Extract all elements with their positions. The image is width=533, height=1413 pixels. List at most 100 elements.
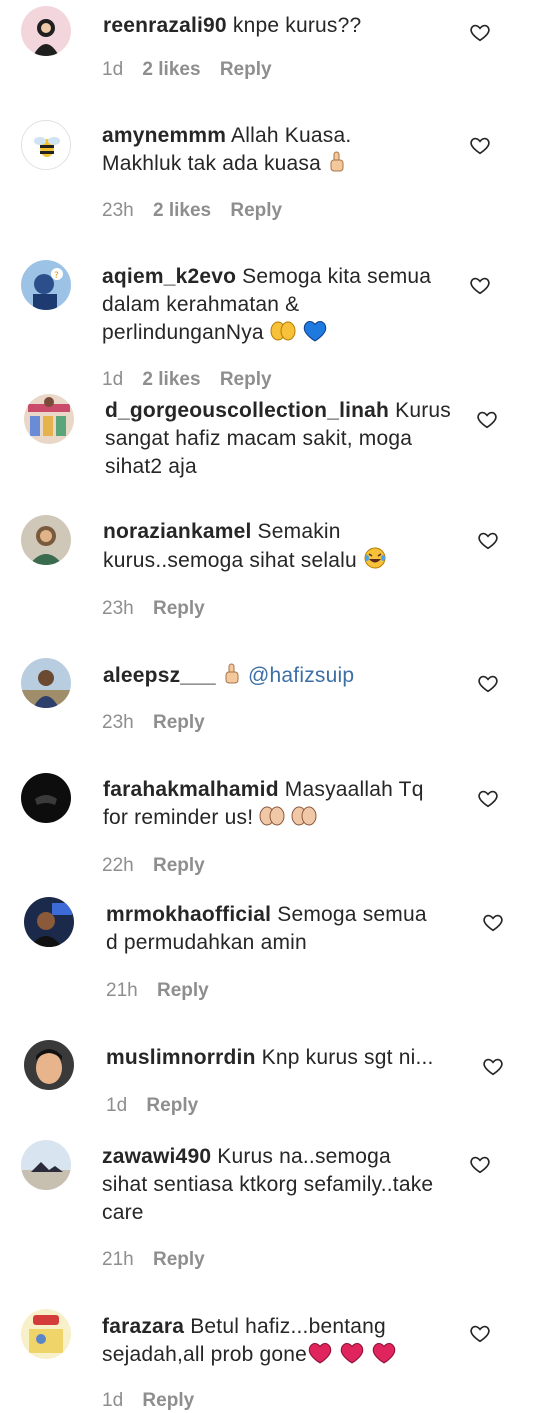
svg-text:?: ? <box>54 271 59 281</box>
comment-body: Semakin <box>257 520 341 543</box>
red-heart-emoji-icon <box>307 1342 333 1372</box>
comment-body: d permudahkan amin <box>106 931 307 954</box>
comment-meta: 1d Reply <box>106 1094 198 1118</box>
tears-of-joy-emoji-icon <box>363 546 387 578</box>
comment-username[interactable]: mrmokhaofficial <box>106 903 271 926</box>
reply-button[interactable]: Reply <box>220 369 272 390</box>
comment-text: farahakmalhamid Masyaallah Tq for remind… <box>103 776 424 835</box>
comment-username[interactable]: muslimnorrdin <box>106 1046 256 1069</box>
comment-text: amynemmm Allah Kuasa. Makhluk tak ada ku… <box>102 122 351 181</box>
comment-text: reenrazali90 knpe kurus?? <box>103 12 361 40</box>
reply-button[interactable]: Reply <box>146 1095 198 1116</box>
comment-username[interactable]: reenrazali90 <box>103 14 227 37</box>
avatar[interactable] <box>21 6 71 56</box>
like-heart-icon[interactable] <box>482 911 504 933</box>
like-heart-icon[interactable] <box>477 787 499 809</box>
comment-time: 23h <box>102 712 134 733</box>
comment-meta: 23h Reply <box>102 711 205 735</box>
reply-button[interactable]: Reply <box>157 980 209 1001</box>
comment-meta: 1d 2 likes Reply <box>102 58 272 82</box>
comment-time: 23h <box>102 200 134 221</box>
outdoor-avatar-icon <box>21 658 71 708</box>
comment-time: 1d <box>102 369 124 390</box>
avatar[interactable] <box>21 1140 71 1190</box>
comment-meta: 23h 2 likes Reply <box>102 199 282 223</box>
comment-text: zawawi490 Kurus na..semoga sihat sentias… <box>102 1143 433 1227</box>
comment-time: 23h <box>102 598 134 619</box>
person-avatar-icon <box>21 515 71 565</box>
like-heart-icon[interactable] <box>477 529 499 551</box>
avatar[interactable] <box>24 897 74 947</box>
comment-meta: 1d Reply <box>102 1389 194 1413</box>
comment-text: aleepsz___ @hafizsuip <box>103 662 354 693</box>
comment-username[interactable]: aleepsz___ <box>103 664 216 687</box>
point-up-emoji-icon <box>222 663 242 693</box>
sky-avatar-icon <box>21 1140 71 1190</box>
comment-text: farazara Betul hafiz...bentang sejadah,a… <box>102 1313 397 1372</box>
comment-time: 21h <box>102 1249 134 1270</box>
likes-count[interactable]: 2 likes <box>142 369 200 390</box>
comment-username[interactable]: aqiem_k2evo <box>102 265 236 288</box>
like-heart-icon[interactable] <box>469 134 491 156</box>
reply-button[interactable]: Reply <box>142 1390 194 1411</box>
comment-body: Semoga kita semua <box>242 265 432 288</box>
likes-count[interactable]: 2 likes <box>142 59 200 80</box>
reply-button[interactable]: Reply <box>153 712 205 733</box>
like-heart-icon[interactable] <box>469 274 491 296</box>
avatar[interactable] <box>21 515 71 565</box>
avatar[interactable] <box>24 394 74 444</box>
hijab-avatar-icon <box>21 6 71 56</box>
comment-body: sangat hafiz macam sakit, moga <box>105 427 413 450</box>
blue-avatar-icon: ? <box>21 260 71 310</box>
bee-avatar-icon <box>22 121 70 169</box>
black-avatar-icon <box>21 773 71 823</box>
comment-username[interactable]: zawawi490 <box>102 1145 211 1168</box>
like-heart-icon[interactable] <box>482 1055 504 1077</box>
red-heart-emoji-icon <box>339 1342 365 1372</box>
avatar[interactable] <box>21 120 71 170</box>
reply-button[interactable]: Reply <box>153 1249 205 1270</box>
comment-username[interactable]: noraziankamel <box>103 520 252 543</box>
likes-count[interactable]: 2 likes <box>153 200 211 221</box>
comment-text: aqiem_k2evo Semoga kita semua dalam kera… <box>102 263 431 350</box>
comment-body: knpe kurus?? <box>232 14 362 37</box>
like-heart-icon[interactable] <box>477 672 499 694</box>
comment-time: 1d <box>102 1390 124 1411</box>
comment-username[interactable]: d_gorgeouscollection_linah <box>105 399 389 422</box>
like-heart-icon[interactable] <box>476 408 498 430</box>
avatar[interactable]: ? <box>21 260 71 310</box>
comment-username[interactable]: farahakmalhamid <box>103 778 279 801</box>
palms-up-emoji-icon <box>291 805 317 835</box>
reply-button[interactable]: Reply <box>230 200 282 221</box>
comment-body: Knp kurus sgt ni... <box>261 1046 434 1069</box>
stage-avatar-icon <box>24 897 74 947</box>
comment-body: Kurus na..semoga <box>217 1145 391 1168</box>
comment-body: sejadah,all prob gone <box>102 1343 308 1366</box>
comment-time: 21h <box>106 980 138 1001</box>
like-heart-icon[interactable] <box>469 1322 491 1344</box>
like-heart-icon[interactable] <box>469 1153 491 1175</box>
avatar[interactable] <box>24 1040 74 1090</box>
avatar[interactable] <box>21 1309 71 1359</box>
comment-body: care <box>102 1201 144 1224</box>
reply-button[interactable]: Reply <box>153 855 205 876</box>
comment-username[interactable]: amynemmm <box>102 124 226 147</box>
comment-meta: 22h Reply <box>102 854 205 878</box>
raised-hands-emoji-icon <box>270 320 296 350</box>
user-mention-link[interactable]: @hafizsuip <box>248 664 354 687</box>
like-heart-icon[interactable] <box>469 21 491 43</box>
blue-heart-emoji-icon <box>302 320 328 350</box>
comment-text: muslimnorrdin Knp kurus sgt ni... <box>106 1044 434 1072</box>
comment-text: d_gorgeouscollection_linah Kurus sangat … <box>105 397 451 481</box>
avatar[interactable] <box>21 658 71 708</box>
comment-meta: 21h Reply <box>102 1248 205 1272</box>
comment-username[interactable]: farazara <box>102 1315 184 1338</box>
comment-body: for reminder us! <box>103 806 254 829</box>
comment-body: Kurus <box>395 399 451 422</box>
reply-button[interactable]: Reply <box>220 59 272 80</box>
reply-button[interactable]: Reply <box>153 598 205 619</box>
comment-text: mrmokhaofficial Semoga semua d permudahk… <box>106 901 427 957</box>
comment-body: dalam kerahmatan & <box>102 293 300 316</box>
comment-time: 1d <box>106 1095 128 1116</box>
avatar[interactable] <box>21 773 71 823</box>
